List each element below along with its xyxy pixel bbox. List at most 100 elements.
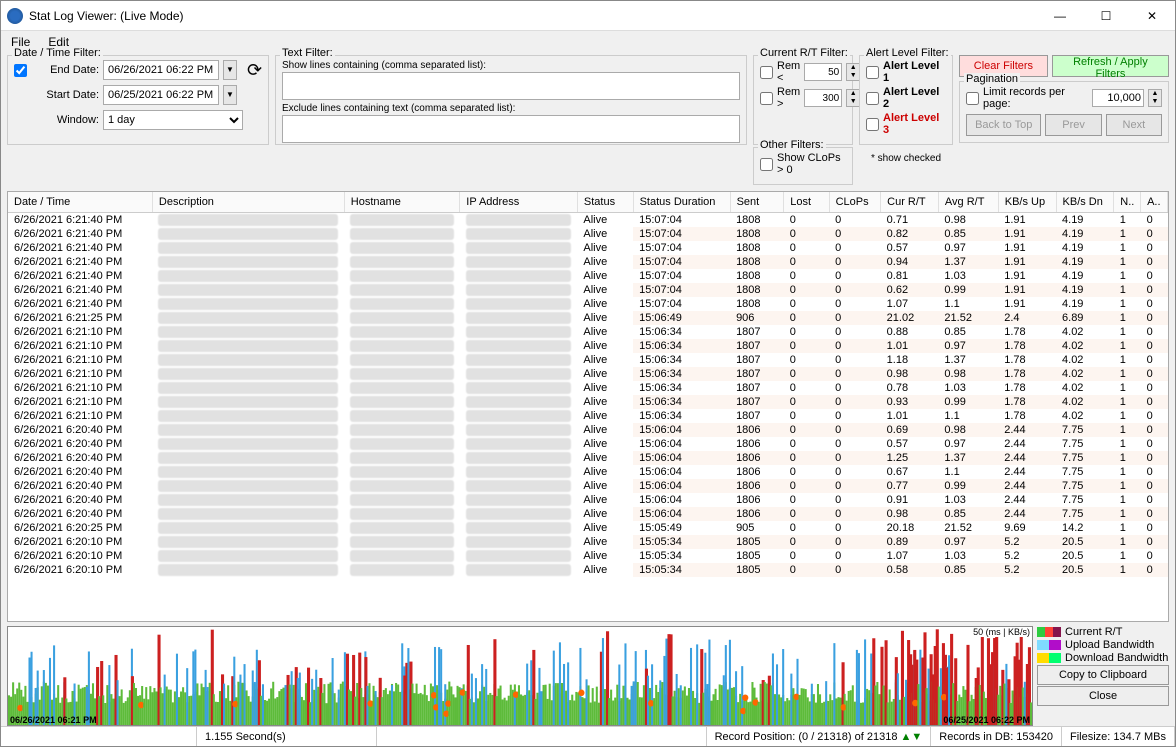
back-to-top-button[interactable]: Back to Top: [966, 114, 1041, 136]
chart-end-label: 06/25/2021 06:22 PM: [943, 715, 1030, 725]
col-header[interactable]: Cur R/T: [881, 192, 939, 213]
table-row[interactable]: 6/26/2021 6:21:40 PMAlive15:07:041808000…: [8, 213, 1168, 228]
rem-lt-checkbox[interactable]: [760, 66, 773, 79]
limit-records-input[interactable]: [1092, 89, 1144, 107]
table-row[interactable]: 6/26/2021 6:20:10 PMAlive15:05:341805000…: [8, 535, 1168, 549]
col-header[interactable]: Lost: [784, 192, 829, 213]
status-filesize: Filesize: 134.7 MBs: [1062, 727, 1175, 746]
next-button[interactable]: Next: [1106, 114, 1162, 136]
rem-gt-checkbox[interactable]: [760, 92, 773, 105]
rt-filter-legend: Current R/T Filter:: [758, 47, 850, 59]
clops-checkbox[interactable]: [760, 158, 773, 171]
table-row[interactable]: 6/26/2021 6:20:40 PMAlive15:06:041806000…: [8, 493, 1168, 507]
prev-button[interactable]: Prev: [1045, 114, 1101, 136]
status-seconds: 1.155 Second(s): [197, 727, 377, 746]
col-header[interactable]: IP Address: [460, 192, 578, 213]
rem-lt-input[interactable]: [804, 63, 842, 81]
maximize-button[interactable]: ☐: [1083, 1, 1129, 31]
col-header[interactable]: Sent: [730, 192, 784, 213]
window-select[interactable]: 1 day: [103, 110, 243, 130]
alert1-checkbox[interactable]: [866, 66, 879, 79]
other-filter-legend: Other Filters:: [758, 139, 826, 151]
col-header[interactable]: Status: [577, 192, 633, 213]
table-row[interactable]: 6/26/2021 6:20:40 PMAlive15:06:041806000…: [8, 423, 1168, 437]
end-date-label: End Date:: [31, 64, 99, 76]
alert2-label: Alert Level 2: [883, 86, 946, 110]
table-row[interactable]: 6/26/2021 6:20:40 PMAlive15:06:041806000…: [8, 507, 1168, 521]
show-lines-label: Show lines containing (comma separated l…: [282, 60, 740, 71]
table-row[interactable]: 6/26/2021 6:21:25 PMAlive15:06:499060021…: [8, 311, 1168, 325]
table-row[interactable]: 6/26/2021 6:20:40 PMAlive15:06:041806000…: [8, 479, 1168, 493]
col-header[interactable]: KB/s Dn: [1056, 192, 1114, 213]
minimize-button[interactable]: —: [1037, 1, 1083, 31]
legend-rt: Current R/T: [1065, 626, 1122, 638]
col-header[interactable]: KB/s Up: [998, 192, 1056, 213]
col-header[interactable]: A..: [1141, 192, 1168, 213]
pagination-legend: Pagination: [964, 73, 1020, 85]
table-row[interactable]: 6/26/2021 6:21:40 PMAlive15:07:041808000…: [8, 241, 1168, 255]
table-row[interactable]: 6/26/2021 6:21:10 PMAlive15:06:341807000…: [8, 381, 1168, 395]
other-filter-group: Other Filters: Show CLoPs > 0: [753, 147, 853, 185]
exclude-lines-input[interactable]: [282, 115, 740, 143]
col-header[interactable]: Status Duration: [633, 192, 730, 213]
exclude-lines-label: Exclude lines containing text (comma sep…: [282, 103, 740, 114]
limit-records-spinner[interactable]: ▲▼: [1148, 89, 1162, 107]
limit-records-checkbox[interactable]: [966, 92, 979, 105]
timeline-chart[interactable]: 50 (ms | KB/s) 06/26/2021 06:21 PM 06/25…: [7, 626, 1033, 726]
alert2-checkbox[interactable]: [866, 92, 879, 105]
table-row[interactable]: 6/26/2021 6:20:25 PMAlive15:05:499050020…: [8, 521, 1168, 535]
start-date-dropdown-icon[interactable]: ▼: [223, 85, 237, 105]
col-header[interactable]: Description: [152, 192, 344, 213]
col-header[interactable]: N..: [1114, 192, 1141, 213]
end-date-input[interactable]: [103, 60, 219, 80]
status-bar: 1.155 Second(s) Record Position: (0 / 21…: [1, 726, 1175, 746]
chart-start-label: 06/26/2021 06:21 PM: [10, 715, 97, 725]
table-row[interactable]: 6/26/2021 6:20:40 PMAlive15:06:041806000…: [8, 465, 1168, 479]
refresh-apply-button[interactable]: Refresh / Apply Filters: [1052, 55, 1169, 77]
alert1-label: Alert Level 1: [883, 60, 946, 84]
rem-lt-label: Rem <: [777, 60, 800, 84]
close-window-button[interactable]: ✕: [1129, 1, 1175, 31]
chart-row: 50 (ms | KB/s) 06/26/2021 06:21 PM 06/25…: [7, 626, 1169, 726]
table-row[interactable]: 6/26/2021 6:21:40 PMAlive15:07:041808000…: [8, 269, 1168, 283]
titlebar: Stat Log Viewer: (Live Mode) — ☐ ✕: [1, 1, 1175, 31]
window-label: Window:: [31, 114, 99, 126]
table-row[interactable]: 6/26/2021 6:21:10 PMAlive15:06:341807001…: [8, 353, 1168, 367]
rt-filter-group: Current R/T Filter: Rem < ▲▼ Rem > ▲▼: [753, 55, 853, 145]
alert3-checkbox[interactable]: [866, 118, 879, 131]
table-row[interactable]: 6/26/2021 6:20:40 PMAlive15:06:041806001…: [8, 451, 1168, 465]
table-row[interactable]: 6/26/2021 6:21:10 PMAlive15:06:341807001…: [8, 409, 1168, 423]
table-row[interactable]: 6/26/2021 6:21:10 PMAlive15:06:341807000…: [8, 325, 1168, 339]
status-record-position: Record Position: (0 / 21318) of 21318 ▲▼: [707, 727, 932, 746]
col-header[interactable]: Hostname: [344, 192, 460, 213]
table-row[interactable]: 6/26/2021 6:20:40 PMAlive15:06:041806000…: [8, 437, 1168, 451]
table-row[interactable]: 6/26/2021 6:20:10 PMAlive15:05:341805001…: [8, 549, 1168, 563]
refresh-icon[interactable]: ⟳: [243, 60, 266, 81]
copy-clipboard-button[interactable]: Copy to Clipboard: [1037, 665, 1169, 685]
col-header[interactable]: Avg R/T: [938, 192, 998, 213]
table-row[interactable]: 6/26/2021 6:21:40 PMAlive15:07:041808000…: [8, 255, 1168, 269]
table-row[interactable]: 6/26/2021 6:21:40 PMAlive15:07:041808000…: [8, 227, 1168, 241]
chart-ms-label: 50 (ms | KB/s): [973, 627, 1030, 637]
start-date-input[interactable]: [103, 85, 219, 105]
menubar: File Edit: [1, 31, 1175, 53]
rem-gt-input[interactable]: [804, 89, 842, 107]
datetime-legend: Date / Time Filter:: [12, 47, 103, 59]
col-header[interactable]: Date / Time: [8, 192, 152, 213]
text-filter-legend: Text Filter:: [280, 47, 335, 59]
table-row[interactable]: 6/26/2021 6:21:40 PMAlive15:07:041808001…: [8, 297, 1168, 311]
table-row[interactable]: 6/26/2021 6:21:10 PMAlive15:06:341807000…: [8, 395, 1168, 409]
end-date-dropdown-icon[interactable]: ▼: [223, 60, 237, 80]
table-row[interactable]: 6/26/2021 6:21:40 PMAlive15:07:041808000…: [8, 283, 1168, 297]
end-date-checkbox[interactable]: [14, 64, 27, 77]
filter-panel: Date / Time Filter: End Date: ▼ Start Da…: [1, 53, 1175, 191]
table-row[interactable]: 6/26/2021 6:20:10 PMAlive15:05:341805000…: [8, 563, 1168, 577]
close-button[interactable]: Close: [1037, 686, 1169, 706]
legend-upload: Upload Bandwidth: [1065, 639, 1154, 651]
table-row[interactable]: 6/26/2021 6:21:10 PMAlive15:06:341807001…: [8, 339, 1168, 353]
log-table[interactable]: Date / TimeDescriptionHostnameIP Address…: [7, 191, 1169, 622]
show-lines-input[interactable]: [282, 72, 740, 100]
pagination-group: Pagination Limit records per page: ▲▼ Ba…: [959, 81, 1169, 143]
table-row[interactable]: 6/26/2021 6:21:10 PMAlive15:06:341807000…: [8, 367, 1168, 381]
col-header[interactable]: CLoPs: [829, 192, 881, 213]
